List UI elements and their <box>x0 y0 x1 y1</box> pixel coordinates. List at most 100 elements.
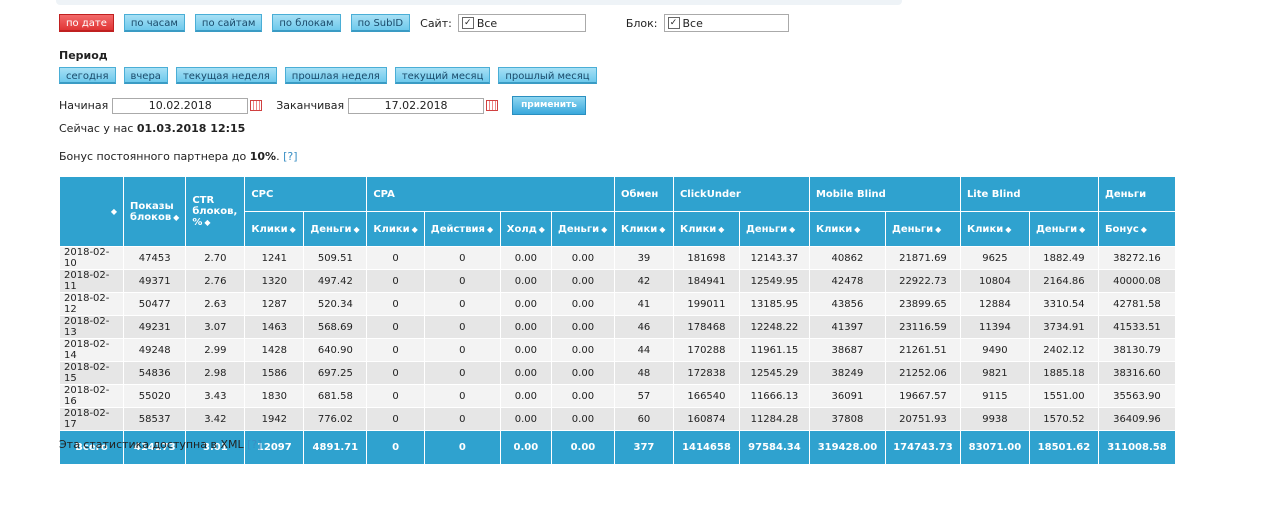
tab-by-date[interactable]: по дате <box>59 14 114 32</box>
subheader-cell[interactable]: Деньги ◆ <box>303 211 368 247</box>
period-this-week-button[interactable]: текущая неделя <box>175 67 277 84</box>
sort-icon[interactable]: ◆ <box>173 213 179 222</box>
group-tabs: по дате по часам по сайтам по блокам по … <box>59 14 795 32</box>
sort-icon[interactable]: ◆ <box>601 225 607 234</box>
table-cell: 0.00 <box>499 361 552 385</box>
table-cell: 2018-02-12 <box>59 292 124 316</box>
sort-icon[interactable]: ◆ <box>353 225 359 234</box>
table-cell: 0.00 <box>550 338 615 362</box>
bonus-help-link[interactable]: [?] <box>283 150 297 163</box>
sort-icon[interactable]: ◆ <box>1141 225 1147 234</box>
table-cell: 21871.69 <box>884 246 961 270</box>
subheader-cell[interactable]: Клики ◆ <box>672 211 740 247</box>
checkbox-icon[interactable]: ✓ <box>667 17 680 29</box>
table-cell: 1885.18 <box>1028 361 1099 385</box>
table-cell: 2164.86 <box>1028 269 1099 293</box>
table-cell: 0.00 <box>550 384 615 408</box>
header-cpc: CPC <box>244 176 368 212</box>
table-cell: 21252.06 <box>884 361 961 385</box>
block-select[interactable]: ✓ Все <box>663 14 789 32</box>
subheader-cell[interactable]: Деньги ◆ <box>1028 211 1099 247</box>
table-cell: 0.00 <box>550 407 615 431</box>
table-cell: 2.63 <box>185 292 246 316</box>
sort-icon[interactable]: ◆ <box>718 225 724 234</box>
table-row: 2018-02-10 47453 2.70 1241 509.51 0 0 0.00 0.00 3… <box>59 246 1176 270</box>
sort-icon[interactable]: ◆ <box>290 225 296 234</box>
site-label: Сайт: <box>420 16 452 30</box>
period-this-month-button[interactable]: текущий месяц <box>394 67 491 84</box>
date-header[interactable]: ◆ <box>59 176 124 247</box>
checkbox-icon[interactable]: ✓ <box>461 17 474 29</box>
table-cell: 172838 <box>672 361 740 385</box>
sort-icon[interactable]: ◆ <box>1005 225 1011 234</box>
table-cell: 43856 <box>808 292 886 316</box>
table-cell: 49248 <box>122 338 187 362</box>
table-cell: 2018-02-17 <box>59 407 124 431</box>
subheader-cell[interactable]: Деньги ◆ <box>884 211 961 247</box>
subheader-cell[interactable]: Клики ◆ <box>959 211 1030 247</box>
header-cpa: CPA <box>366 176 615 212</box>
period-last-week-button[interactable]: прошлая неделя <box>284 67 387 84</box>
subheader-cell[interactable]: Клики ◆ <box>613 211 674 247</box>
header-impressions[interactable]: Показы блоков ◆ <box>122 176 187 247</box>
subheader-cell[interactable]: Бонус ◆ <box>1097 211 1176 247</box>
header-exchange: Обмен <box>613 176 674 212</box>
sort-icon[interactable]: ◆ <box>204 218 210 227</box>
table-cell: 1551.00 <box>1028 384 1099 408</box>
top-bar <box>56 0 902 5</box>
site-select[interactable]: ✓ Все <box>457 14 586 32</box>
sort-icon[interactable]: ◆ <box>659 225 665 234</box>
table-cell: 1830 <box>244 384 305 408</box>
sort-icon[interactable]: ◆ <box>1079 225 1085 234</box>
period-last-month-button[interactable]: прошлый месяц <box>498 67 597 84</box>
start-date-input[interactable]: 10.02.2018 <box>112 97 249 114</box>
stats-table: ◆ Показы блоков ◆ CTR блоков, % ◆ CPC CPA … <box>59 176 1176 465</box>
table-cell: 20751.93 <box>884 407 961 431</box>
table-cell: 181698 <box>672 246 740 270</box>
sort-icon[interactable]: ◆ <box>412 225 418 234</box>
subheader-cell[interactable]: Деньги ◆ <box>738 211 810 247</box>
table-cell: 178468 <box>672 315 740 339</box>
subheader-cell[interactable]: Клики ◆ <box>244 211 305 247</box>
subheader-cell[interactable]: Деньги ◆ <box>550 211 615 247</box>
sort-icon[interactable]: ◆ <box>539 225 545 234</box>
bonus-prefix: Бонус постоянного партнера до <box>59 150 247 163</box>
sort-icon[interactable]: ◆ <box>789 225 795 234</box>
table-cell: 40000.08 <box>1097 269 1176 293</box>
sort-icon[interactable]: ◆ <box>487 225 493 234</box>
end-date-input[interactable]: 17.02.2018 <box>348 97 485 114</box>
header-ctr[interactable]: CTR блоков, % ◆ <box>185 176 246 247</box>
total-cell: 83071.00 <box>959 430 1030 465</box>
xml-text: Эта статистика доступна в XML <box>59 438 244 451</box>
subheader-cell[interactable]: Холд ◆ <box>499 211 552 247</box>
period-yesterday-button[interactable]: вчера <box>123 67 168 84</box>
table-cell: 11284.28 <box>738 407 810 431</box>
table-cell: 11394 <box>959 315 1030 339</box>
xml-help-link[interactable]: [?] <box>247 438 261 451</box>
apply-button[interactable]: применить <box>512 96 586 115</box>
calendar-icon[interactable] <box>250 100 263 111</box>
tab-by-hours[interactable]: по часам <box>123 14 185 32</box>
table-cell: 48 <box>613 361 674 385</box>
period-today-button[interactable]: сегодня <box>59 67 116 84</box>
sort-icon[interactable]: ◆ <box>854 225 860 234</box>
subheader-cell[interactable]: Клики ◆ <box>366 211 425 247</box>
sort-icon[interactable]: ◆ <box>935 225 941 234</box>
table-cell: 2.70 <box>185 246 246 270</box>
calendar-icon[interactable] <box>486 100 499 111</box>
subheader-cell[interactable]: Клики ◆ <box>808 211 886 247</box>
table-cell: 3310.54 <box>1028 292 1099 316</box>
table-cell: 38316.60 <box>1097 361 1176 385</box>
table-cell: 0 <box>366 246 425 270</box>
tab-by-sites[interactable]: по сайтам <box>194 14 263 32</box>
tab-by-blocks[interactable]: по блокам <box>272 14 341 32</box>
subheader-cell[interactable]: Действия ◆ <box>423 211 501 247</box>
table-row: 2018-02-13 49231 3.07 1463 568.69 0 0 0.00 0.00 4… <box>59 315 1176 339</box>
table-row: 2018-02-11 49371 2.76 1320 497.42 0 0 0.00 0.00 4… <box>59 269 1176 293</box>
table-cell: 1241 <box>244 246 305 270</box>
sort-icon[interactable]: ◆ <box>111 207 117 216</box>
table-cell: 2.98 <box>185 361 246 385</box>
period-title: Период <box>59 49 108 62</box>
tab-by-subid[interactable]: по SubID <box>350 14 411 32</box>
table-cell: 9938 <box>959 407 1030 431</box>
